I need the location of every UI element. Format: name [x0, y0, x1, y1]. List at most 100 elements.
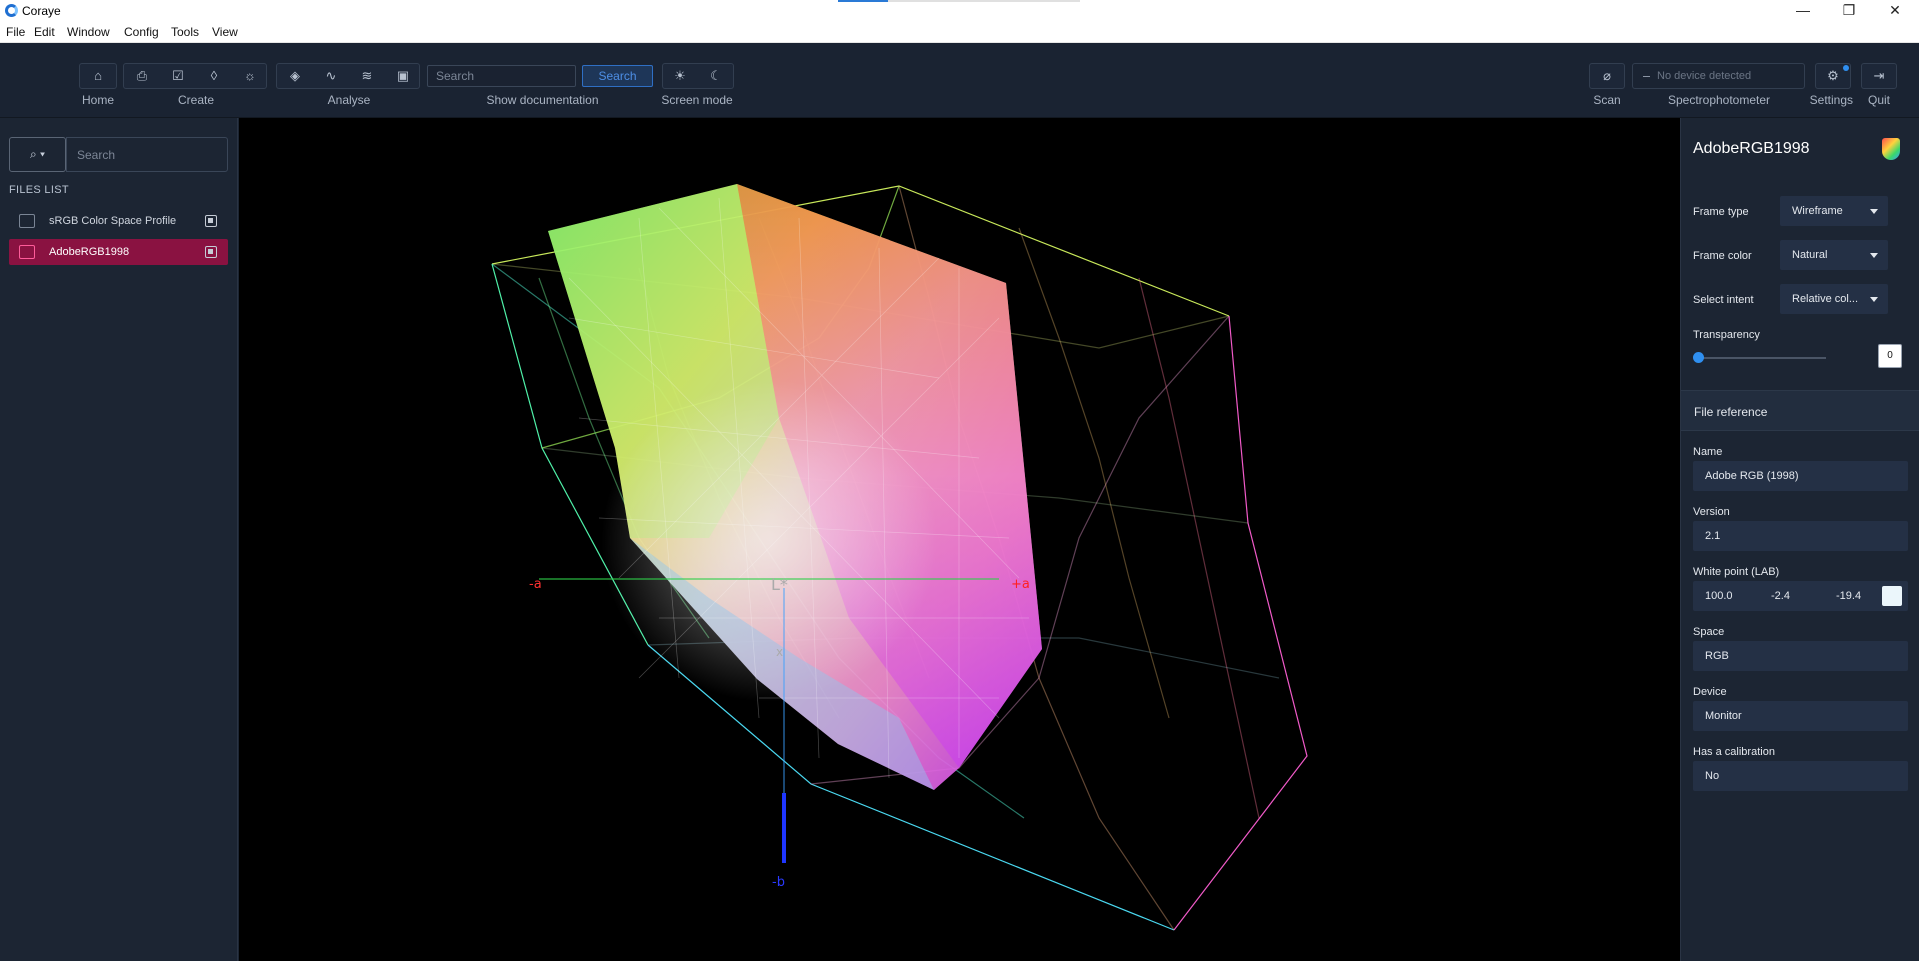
quit-label: Quit: [1867, 93, 1890, 107]
menu-file[interactable]: File: [6, 25, 25, 39]
title-highlight: [838, 0, 888, 2]
white-point-field: 100.0 -2.4 -19.4: [1693, 581, 1908, 611]
menu-bar: File Edit Window Config Tools View: [0, 22, 1919, 43]
scan-label: Scan: [1593, 93, 1621, 107]
white-point-b: -19.4: [1836, 590, 1862, 602]
search-icon: ⌕ ▾: [29, 147, 46, 161]
maximize-button[interactable]: ❐: [1826, 0, 1872, 22]
sidebar-search-input[interactable]: Search: [66, 137, 228, 172]
frame-type-select[interactable]: Wireframe: [1780, 196, 1888, 226]
create-group: ⎙ ☑ ◊ ☼: [123, 63, 267, 89]
file-checkbox[interactable]: [205, 246, 217, 258]
frame-color-select[interactable]: Natural: [1780, 240, 1888, 270]
window-title: Coraye: [22, 4, 61, 18]
filter-button[interactable]: ⌕ ▾: [9, 137, 66, 172]
white-point-swatch: [1882, 586, 1902, 606]
profile-title: AdobeRGB1998: [1693, 140, 1810, 157]
files-list-header: FILES LIST: [9, 184, 69, 196]
toolbar: ⌂ Home ⎙ ☑ ◊ ☼ Create ◈ ∿ ≋ ▣ Analyse Se…: [0, 43, 1919, 118]
calibration-label: Has a calibration: [1693, 746, 1775, 758]
axis-label-x: x: [776, 645, 783, 659]
calibration-field: No: [1693, 761, 1908, 791]
axis-label-a-neg: -a: [529, 577, 542, 592]
menu-view[interactable]: View: [212, 25, 238, 39]
menu-edit[interactable]: Edit: [34, 25, 55, 39]
file-reference-title: File reference: [1694, 405, 1768, 419]
file-label: AdobeRGB1998: [49, 246, 130, 258]
title-bar: Coraye — ❐ ✕: [0, 0, 1919, 22]
logout-icon[interactable]: ⇥: [1866, 64, 1892, 88]
axis-label-a-pos: +a: [1011, 577, 1030, 592]
axis-label-l: L*: [771, 575, 788, 594]
home-icon[interactable]: ⌂: [85, 64, 111, 88]
printer-icon: [19, 245, 35, 259]
white-point-l: 100.0: [1705, 590, 1733, 602]
printer-icon: [19, 214, 35, 228]
notification-dot: [1843, 65, 1849, 71]
transparency-track[interactable]: [1698, 357, 1826, 359]
print-icon[interactable]: ⎙: [129, 64, 155, 88]
intent-select[interactable]: Relative col...: [1780, 284, 1888, 314]
documentation-label[interactable]: Show documentation: [480, 93, 605, 107]
intent-label: Select intent: [1693, 294, 1754, 306]
white-point-label: White point (LAB): [1693, 566, 1780, 578]
version-label: Version: [1693, 506, 1730, 518]
shield-icon: [1882, 138, 1900, 160]
menu-tools[interactable]: Tools: [171, 25, 199, 39]
frame-color-label: Frame color: [1693, 250, 1752, 262]
minimize-button[interactable]: —: [1780, 0, 1826, 22]
device-label: Device: [1693, 686, 1727, 698]
menu-config[interactable]: Config: [124, 25, 159, 39]
device-field: Monitor: [1693, 701, 1908, 731]
solid-gamut: [539, 184, 1042, 790]
file-checkbox[interactable]: [205, 215, 217, 227]
file-item-srgb[interactable]: sRGB Color Space Profile: [9, 208, 228, 234]
analyse-label: Analyse: [327, 93, 371, 107]
white-point-a: -2.4: [1771, 590, 1790, 602]
axis-label-b-neg: -b: [772, 875, 785, 890]
layers-icon[interactable]: ≋: [354, 64, 380, 88]
home-group: ⌂: [79, 63, 117, 89]
create-label: Create: [177, 93, 215, 107]
transparency-input[interactable]: 0: [1878, 344, 1902, 368]
gamut-3d-view[interactable]: -a +a L* x -b: [239, 118, 1680, 961]
scan-group: ⌀: [1589, 63, 1625, 89]
cube-icon[interactable]: ◈: [282, 64, 308, 88]
toolbar-search-button[interactable]: Search: [582, 65, 653, 87]
wifi-off-icon[interactable]: ⌀: [1594, 64, 1620, 88]
name-label: Name: [1693, 446, 1723, 458]
moon-icon[interactable]: ☾: [703, 64, 729, 88]
spectrophotometer-label: Spectrophotometer: [1667, 93, 1771, 107]
transparency-label: Transparency: [1693, 329, 1760, 341]
drop-icon[interactable]: ◊: [201, 64, 227, 88]
settings-label: Settings: [1809, 93, 1853, 107]
title-highlight-secondary: [888, 0, 1080, 2]
toolbar-search-input[interactable]: Search: [427, 65, 576, 87]
light-icon[interactable]: ☼: [237, 64, 263, 88]
analyse-group: ◈ ∿ ≋ ▣: [276, 63, 420, 89]
file-item-adobergb[interactable]: AdobeRGB1998: [9, 239, 228, 265]
checklist-icon[interactable]: ☑: [165, 64, 191, 88]
device-status[interactable]: No device detected: [1632, 63, 1805, 89]
image-icon[interactable]: ▣: [390, 64, 416, 88]
home-label: Home: [81, 93, 114, 107]
sun-icon[interactable]: ☀: [667, 64, 693, 88]
screen-mode-label: Screen mode: [661, 93, 733, 107]
screen-mode-group: ☀ ☾: [662, 63, 734, 89]
version-field: 2.1: [1693, 521, 1908, 551]
quit-group: ⇥: [1861, 63, 1897, 89]
close-button[interactable]: ✕: [1872, 0, 1918, 22]
name-field: Adobe RGB (1998): [1693, 461, 1908, 491]
properties-panel: AdobeRGB1998 Frame type Wireframe Frame …: [1680, 118, 1919, 961]
file-label: sRGB Color Space Profile: [49, 215, 177, 227]
menu-window[interactable]: Window: [67, 25, 110, 39]
gamut-viewport[interactable]: -a +a L* x -b: [239, 118, 1680, 961]
app-logo-icon: [5, 4, 18, 17]
file-reference-section: File reference: [1681, 390, 1919, 431]
graph-icon[interactable]: ∿: [318, 64, 344, 88]
sidebar: ⌕ ▾ Search FILES LIST sRGB Color Space P…: [0, 118, 238, 961]
frame-type-label: Frame type: [1693, 206, 1749, 218]
space-field: RGB: [1693, 641, 1908, 671]
space-label: Space: [1693, 626, 1725, 638]
transparency-slider[interactable]: [1693, 352, 1704, 363]
